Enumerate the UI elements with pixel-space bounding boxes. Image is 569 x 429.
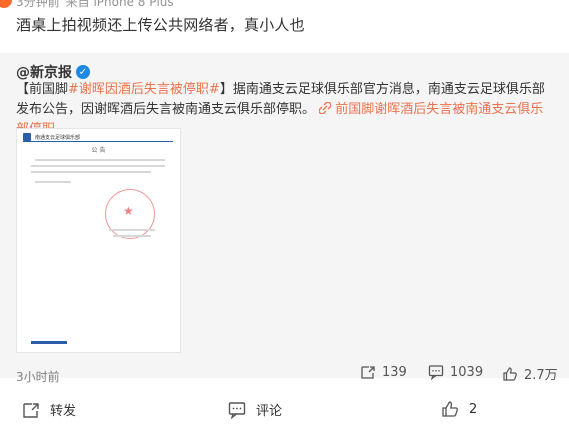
doc-text-line xyxy=(31,171,151,173)
link-icon xyxy=(318,101,335,117)
comment-button-label: 评论 xyxy=(256,404,283,419)
doc-text-line xyxy=(35,159,165,161)
doc-title: 公 告 xyxy=(91,147,106,154)
comment-button[interactable]: 评论 xyxy=(228,400,282,419)
repost-author[interactable]: @新京报 ✓ xyxy=(16,62,90,82)
doc-header-rule xyxy=(23,141,173,142)
like-button[interactable]: 2 xyxy=(441,400,477,418)
repost-count[interactable]: 139 xyxy=(360,364,407,380)
doc-text-line xyxy=(31,165,165,167)
doc-text-line xyxy=(35,181,71,183)
like-count[interactable]: 2.7万 xyxy=(502,364,558,383)
repost-body-prefix: 【前国脚 xyxy=(16,82,69,97)
topic-link[interactable]: #谢晖因酒后失言被停职# xyxy=(68,82,220,97)
post-time[interactable]: 3分钟前 xyxy=(16,0,60,10)
doc-text-line xyxy=(109,229,155,231)
comment-icon xyxy=(428,365,444,380)
comment-count-value: 1039 xyxy=(450,364,484,380)
repost-button[interactable]: 转发 xyxy=(22,400,76,419)
thumbs-up-icon xyxy=(503,366,517,381)
like-button-count: 2 xyxy=(469,401,478,417)
post-text: 酒桌上拍视频还上传公共网络者，真小人也 xyxy=(16,16,305,34)
comment-count[interactable]: 1039 xyxy=(428,364,483,380)
repost-time[interactable]: 3小时前 xyxy=(16,368,60,385)
doc-org: 南通支云足球俱乐部 xyxy=(35,134,81,141)
doc-text-line xyxy=(113,235,151,237)
repost-button-label: 转发 xyxy=(50,404,77,419)
repost-icon xyxy=(361,366,375,379)
announcement-image[interactable]: 南通支云足球俱乐部 公 告 ★ xyxy=(16,128,181,353)
repost-count-value: 139 xyxy=(382,364,407,380)
like-count-value: 2.7万 xyxy=(524,368,558,383)
repost-author-name[interactable]: @新京报 xyxy=(16,62,72,82)
post-source: 来自 iPhone 8 Plus xyxy=(65,0,174,9)
comment-icon xyxy=(228,401,246,419)
club-logo-icon xyxy=(23,133,31,141)
thumbs-up-icon xyxy=(442,401,458,417)
doc-footer-rule xyxy=(31,341,67,344)
stamp-star-icon: ★ xyxy=(123,204,134,218)
doc-header: 南通支云足球俱乐部 xyxy=(23,133,80,141)
avatar[interactable] xyxy=(0,0,12,8)
verified-icon: ✓ xyxy=(76,65,90,79)
post-meta: 3分钟前 来自 iPhone 8 Plus xyxy=(16,0,174,10)
repost-icon xyxy=(23,402,39,418)
